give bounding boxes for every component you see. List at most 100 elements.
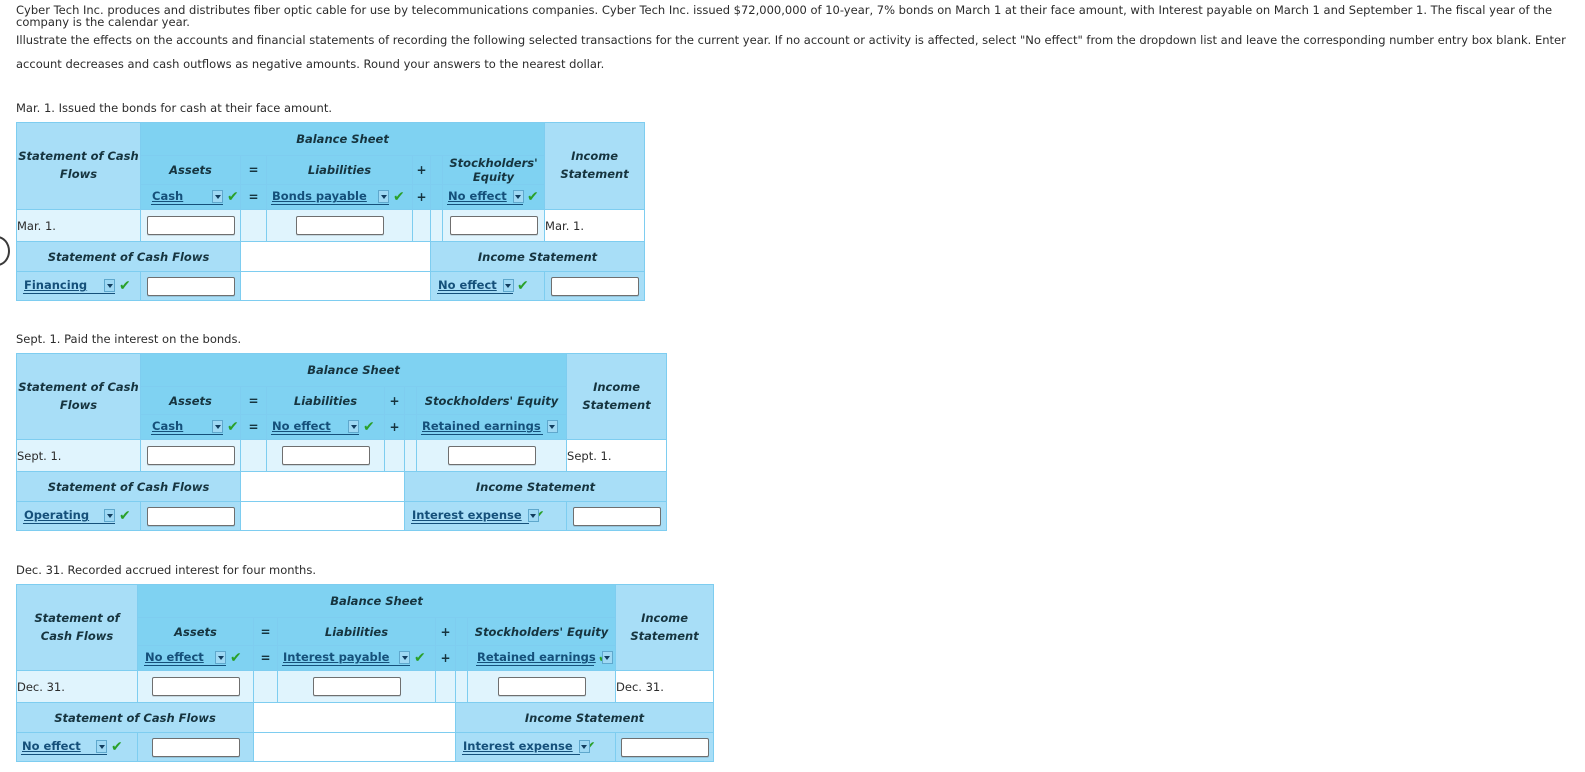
valid-check-icon: ✔: [414, 650, 426, 667]
scf-activity-select-1[interactable]: Financing: [23, 279, 115, 294]
income-statement-header-2: Income Statement: [566, 353, 668, 440]
assets-column-header-3: Assets: [137, 617, 254, 646]
chevron-down-icon[interactable]: [601, 651, 613, 665]
scf-activity-select-3[interactable]: No effect: [21, 740, 107, 755]
equity-column-header-2: Stockholders' Equity: [415, 386, 568, 415]
scf-amount-input-2[interactable]: [146, 506, 235, 526]
equity-account-select-1[interactable]: No effect: [447, 190, 524, 205]
chevron-down-icon[interactable]: [212, 190, 223, 204]
equity-entry-cell-3: [466, 670, 617, 703]
chevron-down-icon[interactable]: [215, 651, 226, 665]
liabilities-account-select-1[interactable]: Bonds payable: [271, 190, 389, 205]
valid-check-icon: ✔: [517, 278, 529, 295]
plus-sign-header-1: +: [412, 155, 431, 185]
entry-spacer-3c: [455, 670, 468, 703]
equity-account-cell-1: No effect ✔: [441, 184, 546, 210]
equity-column-header-1: Stockholders' Equity: [441, 155, 546, 185]
chevron-down-icon[interactable]: [527, 509, 539, 523]
valid-check-icon: ✔: [119, 508, 131, 525]
is-account-select-2[interactable]: Interest expense: [411, 509, 539, 524]
is-amount-input-1[interactable]: [550, 276, 639, 296]
balance-sheet-header-1: Balance Sheet: [139, 122, 546, 156]
valid-check-icon: ✔: [111, 739, 123, 756]
is-account-cell-2: Interest expense ✔: [403, 501, 568, 531]
statement-label: Statement: [582, 397, 651, 412]
plus-sign-2: +: [384, 414, 405, 440]
chevron-down-icon[interactable]: [512, 190, 524, 204]
entry-spacer-3: [253, 670, 278, 703]
equity-account-select-3[interactable]: Retained earnings: [476, 651, 613, 666]
liabilities-account-select-3[interactable]: Interest payable: [282, 651, 410, 666]
income-label: Income: [641, 610, 689, 625]
assets-account-select-3[interactable]: No effect: [144, 651, 226, 666]
scf-amount-input-3[interactable]: [151, 737, 240, 757]
scf-activity-cell-1: Financing ✔: [16, 271, 141, 301]
chevron-down-icon[interactable]: [399, 651, 410, 665]
footer-gap-2: [240, 471, 405, 502]
entry-spacer-2: [240, 439, 267, 472]
scf-column-header-1: Statement of Cash Flows: [16, 122, 141, 210]
balance-sheet-header-3: Balance Sheet: [136, 584, 617, 618]
liabilities-column-header-3: Liabilities: [277, 617, 436, 646]
is-account-cell-1: No effect ✔: [429, 271, 546, 301]
equity-amount-input-2[interactable]: [447, 446, 536, 465]
is-account-select-3[interactable]: Interest expense: [462, 740, 590, 755]
chevron-down-icon[interactable]: [546, 420, 558, 434]
is-amount-cell-2: [566, 501, 668, 531]
valid-check-icon: ✔: [363, 419, 375, 436]
footer-gap-3b: [253, 732, 456, 762]
chevron-down-icon[interactable]: [104, 279, 115, 293]
entry-date-left-2: Sept. 1.: [16, 439, 141, 472]
equity-account-cell-2: Retained earnings ✔: [415, 414, 568, 440]
chevron-down-icon[interactable]: [212, 420, 223, 434]
assets-column-header-2: Assets: [140, 386, 241, 415]
scf-amount-input-1[interactable]: [146, 276, 235, 296]
liabilities-entry-cell-3: [277, 670, 436, 703]
liabilities-entry-cell-2: [266, 439, 385, 472]
spacer-cell-1: [430, 155, 443, 185]
income-label: Income: [593, 379, 641, 394]
entry-spacer-2b: [384, 439, 405, 472]
liabilities-amount-input-2[interactable]: [281, 446, 370, 465]
liabilities-amount-input-1[interactable]: [295, 216, 384, 235]
liabilities-column-header-2: Liabilities: [266, 386, 385, 415]
assets-account-select-1[interactable]: Cash: [151, 190, 223, 205]
assets-amount-input-1[interactable]: [146, 216, 235, 235]
scf-footer-header-2: Statement of Cash Flows: [16, 471, 241, 502]
equity-amount-input-3[interactable]: [497, 677, 586, 696]
chevron-down-icon[interactable]: [348, 420, 359, 434]
spacer-cell-3: [455, 617, 468, 646]
liabilities-amount-input-3[interactable]: [312, 677, 401, 696]
effects-table-1: Statement of Cash Flows Balance Sheet In…: [16, 122, 646, 301]
equity-account-cell-3: Retained earnings ✔: [466, 645, 617, 671]
intro-paragraph-1: Cyber Tech Inc. produces and distributes…: [16, 3, 1553, 30]
assets-amount-input-2[interactable]: [146, 446, 235, 465]
scf-amount-cell-3: [137, 732, 254, 762]
scf-footer-header-1: Statement of Cash Flows: [16, 241, 241, 272]
edge-circle-decoration: [0, 236, 10, 266]
is-account-select-1[interactable]: No effect: [437, 279, 514, 294]
assets-account-select-2[interactable]: Cash: [151, 420, 223, 435]
spacer-cell-1b: [430, 184, 443, 210]
liabilities-column-header-1: Liabilities: [266, 155, 413, 185]
chevron-down-icon[interactable]: [104, 509, 115, 523]
is-footer-header-3: Income Statement: [454, 702, 715, 733]
equity-account-select-2[interactable]: Retained earnings: [421, 420, 558, 435]
scf-activity-select-2[interactable]: Operating: [23, 509, 115, 524]
is-amount-input-2[interactable]: [572, 506, 661, 526]
assets-amount-input-3[interactable]: [151, 677, 240, 696]
chevron-down-icon[interactable]: [578, 740, 590, 754]
footer-gap-3: [253, 702, 456, 733]
liabilities-account-select-2[interactable]: No effect: [271, 420, 359, 435]
chevron-down-icon[interactable]: [96, 740, 107, 754]
is-amount-input-3[interactable]: [620, 737, 709, 757]
equals-sign-2: =: [240, 414, 267, 440]
liabilities-entry-cell-1: [266, 209, 413, 242]
entry-date-right-1: Mar. 1.: [544, 209, 646, 242]
equals-sign-header-1: =: [240, 155, 267, 185]
chevron-down-icon[interactable]: [378, 190, 389, 204]
chevron-down-icon[interactable]: [502, 279, 514, 293]
spacer-cell-3b: [455, 645, 468, 671]
valid-check-icon: ✔: [230, 650, 242, 667]
equity-amount-input-1[interactable]: [449, 216, 538, 235]
